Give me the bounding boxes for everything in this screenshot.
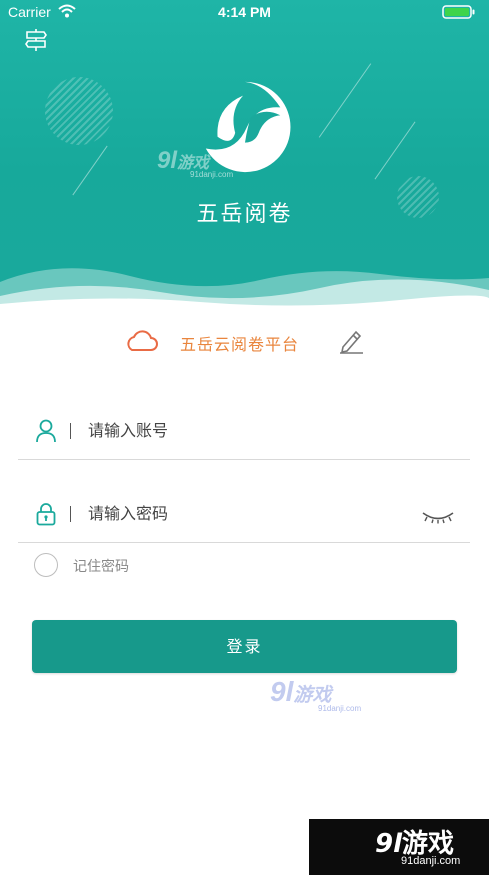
watermark-number: 9l: [270, 676, 294, 707]
login-button[interactable]: 登录: [32, 620, 457, 673]
decor-streak: [374, 121, 416, 180]
app-title: 五岳阅卷: [196, 202, 293, 227]
header-banner: Carrier 4:14 PM 9l游戏 91danji.com 五岳阅卷: [0, 0, 489, 310]
eye-closed-icon[interactable]: [421, 510, 455, 524]
password-input[interactable]: [88, 498, 408, 528]
decor-circle: [45, 77, 113, 145]
remember-checkbox[interactable]: [34, 553, 58, 577]
field-divider: [70, 506, 71, 522]
field-divider: [70, 423, 71, 439]
watermark-text: 游戏: [293, 685, 332, 706]
status-bar: Carrier 4:14 PM: [0, 0, 489, 24]
password-field: [18, 490, 470, 543]
badge-number: 9l: [375, 829, 403, 859]
clock: 4:14 PM: [218, 4, 271, 20]
lock-icon: [36, 503, 56, 526]
decor-streak: [72, 145, 108, 196]
user-icon: [36, 419, 56, 443]
signpost-icon[interactable]: [24, 28, 48, 52]
pencil-icon[interactable]: [337, 327, 365, 355]
watermark-domain: 91danji.com: [318, 704, 362, 713]
battery-icon: [442, 5, 475, 19]
badge-domain: 91danji.com: [401, 855, 461, 867]
cloud-icon: [127, 330, 158, 351]
watermark-domain: 91danji.com: [190, 170, 234, 179]
corner-watermark: 9l游戏 91danji.com: [309, 819, 489, 875]
account-input[interactable]: [88, 415, 408, 445]
platform-name: 五岳云阅卷平台: [180, 335, 300, 354]
header-waves: [0, 268, 489, 310]
decor-streak: [318, 63, 372, 138]
platform-selector[interactable]: 五岳云阅卷平台: [0, 325, 489, 357]
watermark-number: 9l: [157, 147, 178, 174]
remember-label: 记住密码: [73, 559, 129, 575]
account-field: [18, 407, 470, 460]
wave-logo-icon: [205, 81, 291, 173]
